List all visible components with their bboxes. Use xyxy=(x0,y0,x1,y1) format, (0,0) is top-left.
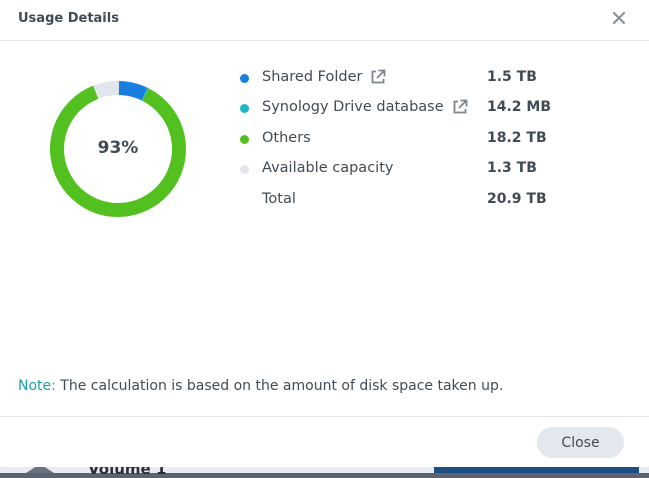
external-link-icon[interactable] xyxy=(370,69,386,85)
dialog-header: Usage Details xyxy=(0,0,649,41)
legend-label-shared-folder: Shared Folder xyxy=(262,69,363,85)
legend-value-shared-folder: 1.5 TB xyxy=(487,69,537,85)
legend-row-others: Others 18.2 TB xyxy=(240,129,620,149)
legend-label-available: Available capacity xyxy=(262,160,394,176)
legend-dot-others xyxy=(240,135,249,144)
legend-value-drive-database: 14.2 MB xyxy=(487,99,552,115)
legend-value-others: 18.2 TB xyxy=(487,130,547,146)
note-label: Note: xyxy=(18,378,56,394)
close-button[interactable]: Close xyxy=(537,427,624,458)
dialog-footer: Close xyxy=(0,416,649,468)
usage-percentage: 93% xyxy=(97,138,139,158)
donut-slice-synology-drive-database xyxy=(141,87,149,101)
close-icon[interactable] xyxy=(610,9,628,27)
usage-details-dialog: Usage Details 93% Shared Folder 1.5 TB S… xyxy=(0,0,649,467)
legend-label-drive-database: Synology Drive database xyxy=(262,99,444,115)
legend-dot-drive-database xyxy=(240,104,249,113)
external-link-icon[interactable] xyxy=(452,99,468,115)
legend-row-shared-folder: Shared Folder 1.5 TB xyxy=(240,68,620,88)
dialog-title: Usage Details xyxy=(18,11,119,26)
legend-value-total: 20.9 TB xyxy=(487,191,547,207)
legend-value-available: 1.3 TB xyxy=(487,160,537,176)
legend-row-drive-database: Synology Drive database 14.2 MB xyxy=(240,98,620,118)
note-text: Note: The calculation is based on the am… xyxy=(18,378,503,394)
legend-label-row: Shared Folder xyxy=(262,69,386,85)
donut-slice-shared-folder xyxy=(117,81,148,101)
legend-label-row: Synology Drive database xyxy=(262,99,468,115)
donut-slice-available-capacity xyxy=(93,81,120,99)
legend-row-total: Total 20.9 TB xyxy=(240,190,620,210)
legend-dot-shared-folder xyxy=(240,74,249,83)
legend-dot-available xyxy=(240,165,249,174)
legend-label-others: Others xyxy=(262,130,311,146)
legend-row-available: Available capacity 1.3 TB xyxy=(240,159,620,179)
legend-label-total: Total xyxy=(262,191,296,207)
note-body: The calculation is based on the amount o… xyxy=(55,378,504,394)
